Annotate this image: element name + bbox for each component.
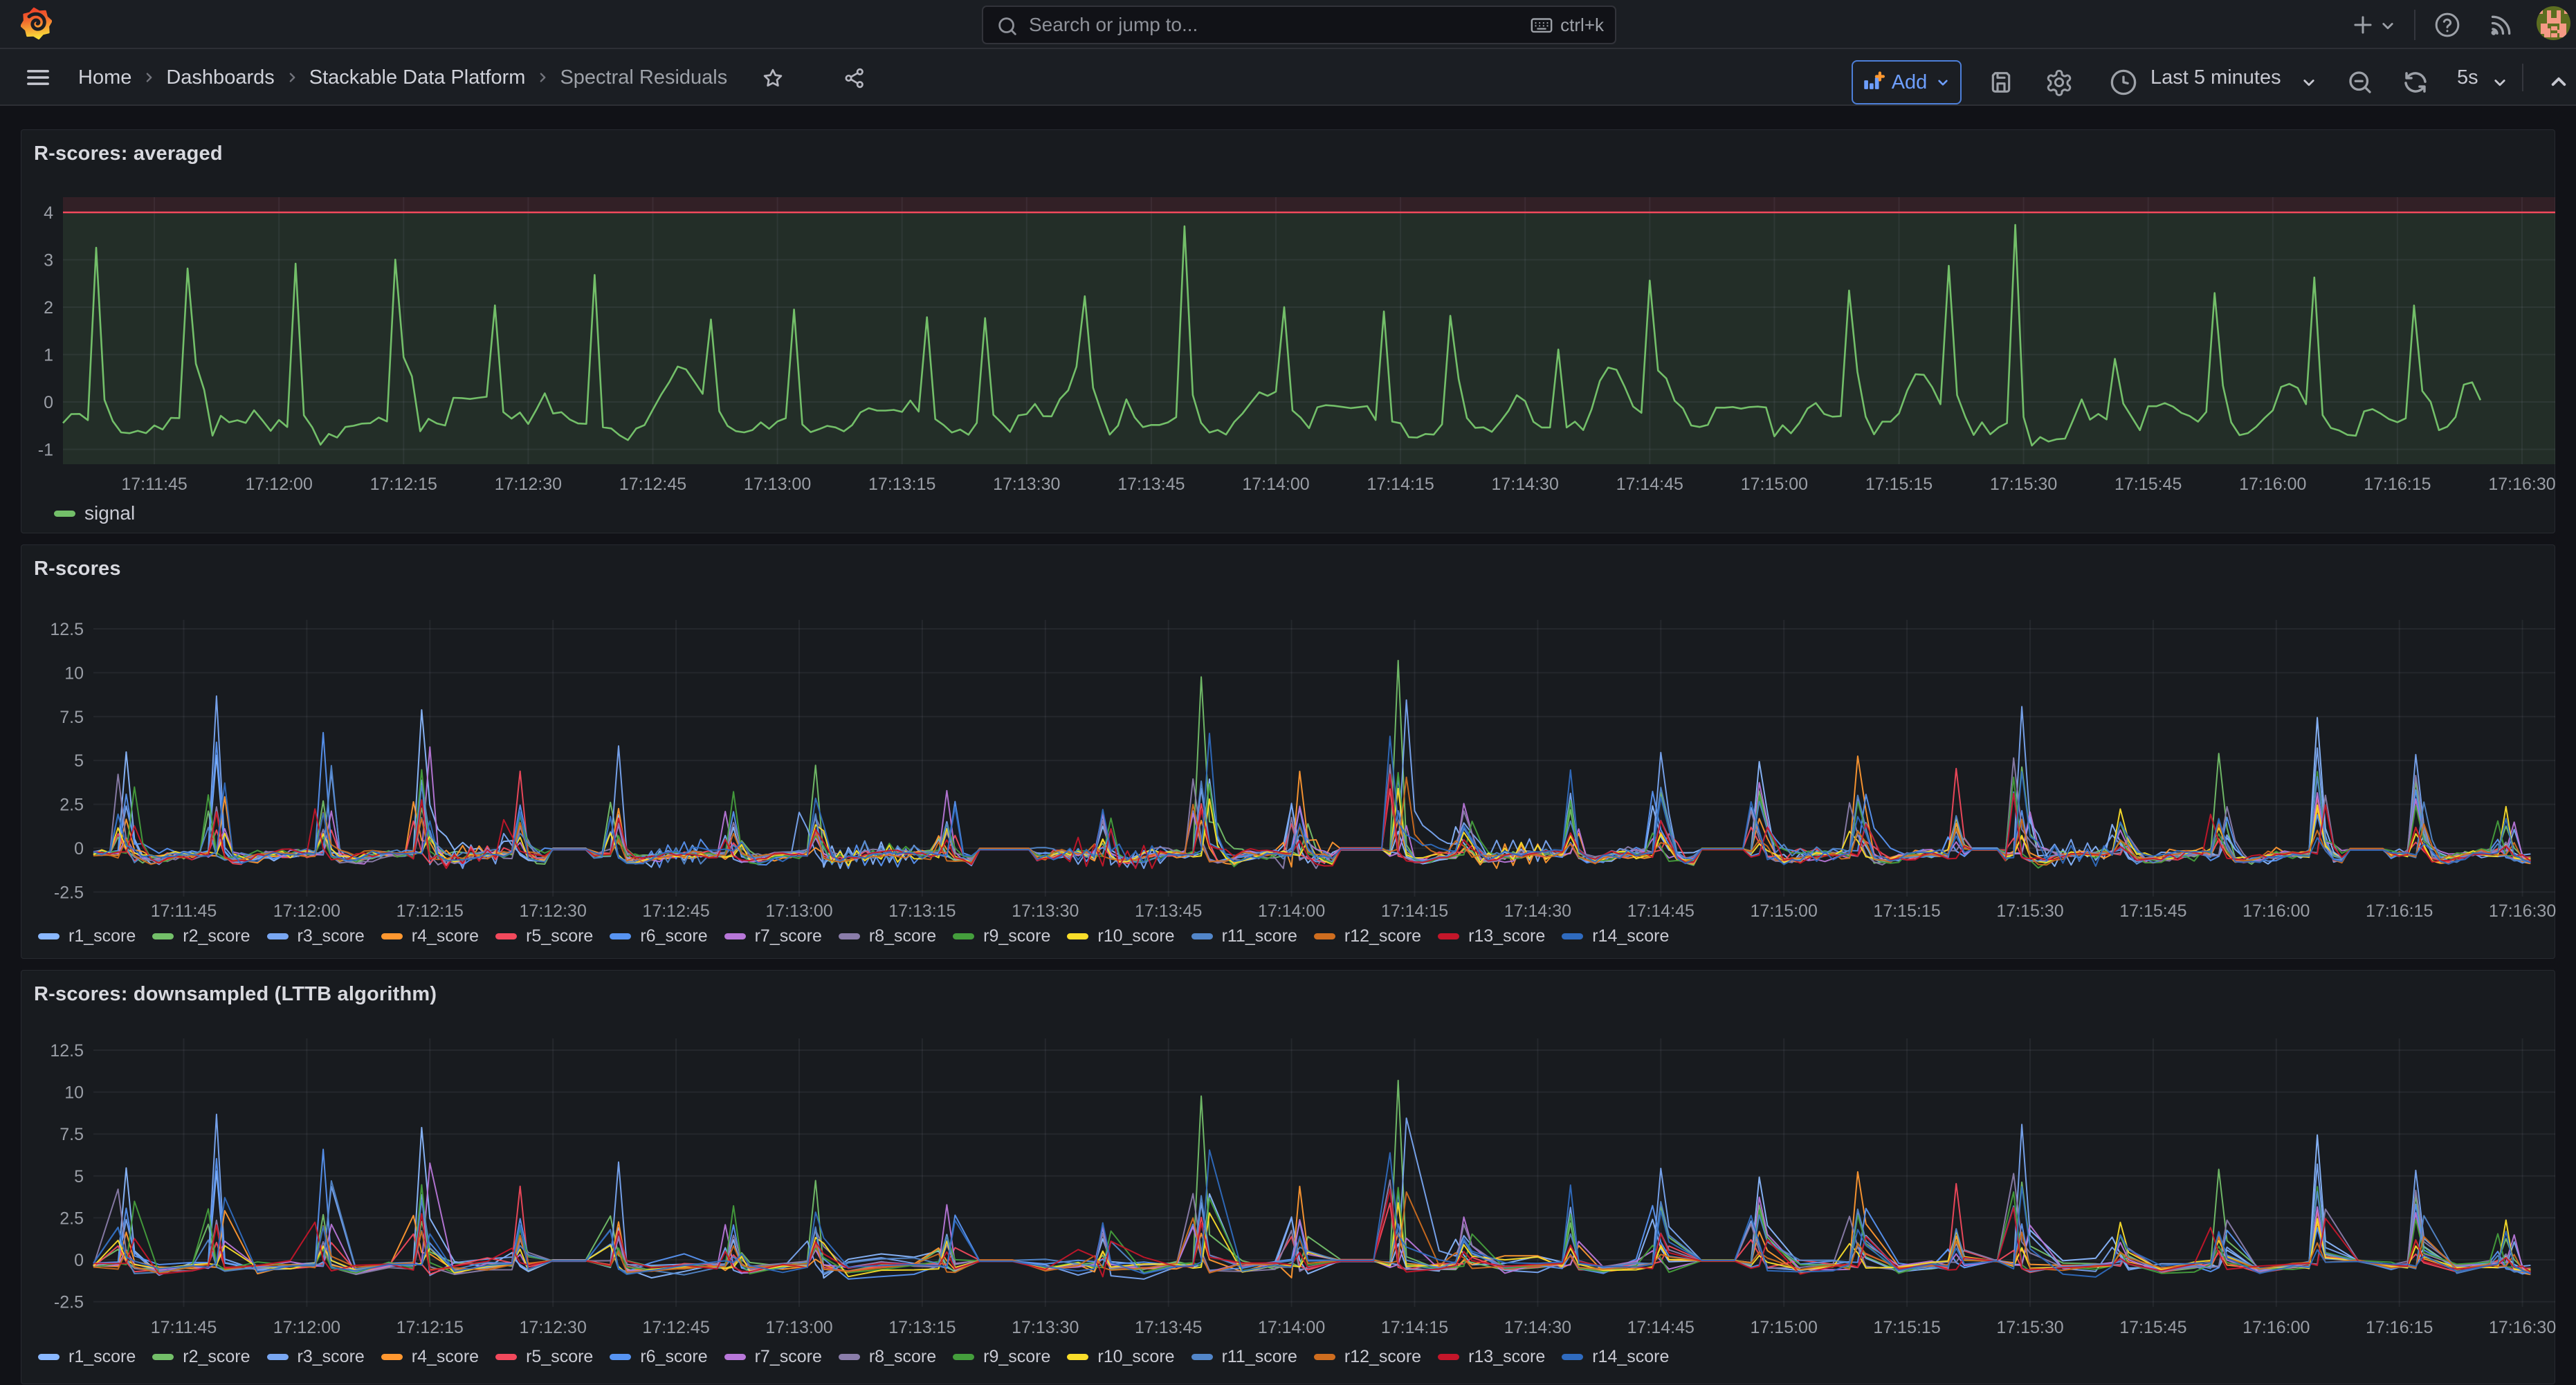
svg-text:17:14:45: 17:14:45 [1627,1318,1695,1337]
svg-text:17:12:00: 17:12:00 [246,475,313,494]
svg-text:0: 0 [74,839,84,859]
svg-text:17:13:30: 17:13:30 [1012,901,1079,921]
svg-text:17:15:45: 17:15:45 [2119,901,2186,921]
svg-text:17:16:15: 17:16:15 [2366,1318,2433,1337]
svg-text:17:11:45: 17:11:45 [121,475,187,494]
svg-text:12.5: 12.5 [50,620,84,639]
svg-text:17:15:00: 17:15:00 [1751,901,1818,921]
svg-text:17:14:30: 17:14:30 [1504,1318,1571,1337]
svg-text:12.5: 12.5 [50,1041,84,1061]
svg-text:5: 5 [74,1167,84,1186]
svg-text:17:14:00: 17:14:00 [1242,475,1309,494]
svg-text:2.5: 2.5 [60,796,84,815]
svg-text:17:16:30: 17:16:30 [2488,475,2555,494]
svg-text:17:14:15: 17:14:15 [1381,901,1448,921]
svg-text:17:12:45: 17:12:45 [619,475,686,494]
svg-text:5: 5 [74,751,84,771]
svg-text:17:14:15: 17:14:15 [1367,475,1434,494]
svg-text:2: 2 [44,298,53,318]
svg-text:17:15:30: 17:15:30 [1996,901,2063,921]
svg-text:17:16:30: 17:16:30 [2489,901,2556,921]
svg-text:17:15:00: 17:15:00 [1751,1318,1818,1337]
svg-text:17:12:00: 17:12:00 [273,901,340,921]
svg-text:17:16:00: 17:16:00 [2242,901,2310,921]
svg-text:17:16:00: 17:16:00 [2242,1318,2310,1337]
svg-text:17:11:45: 17:11:45 [151,1318,217,1337]
svg-text:17:13:15: 17:13:15 [868,475,935,494]
svg-text:17:13:30: 17:13:30 [993,475,1060,494]
svg-text:17:13:15: 17:13:15 [888,1318,956,1337]
svg-text:-1: -1 [38,441,53,460]
svg-text:17:12:45: 17:12:45 [642,901,709,921]
svg-text:1: 1 [44,346,53,365]
svg-text:10: 10 [64,663,84,683]
svg-text:17:14:00: 17:14:00 [1258,901,1325,921]
svg-text:17:15:45: 17:15:45 [2119,1318,2186,1337]
svg-text:17:15:15: 17:15:15 [1865,475,1933,494]
svg-text:17:14:15: 17:14:15 [1381,1318,1448,1337]
svg-text:7.5: 7.5 [60,708,84,727]
svg-text:2.5: 2.5 [60,1209,84,1228]
svg-text:17:12:15: 17:12:15 [396,1318,464,1337]
svg-text:17:12:15: 17:12:15 [370,475,437,494]
svg-text:17:13:15: 17:13:15 [888,901,956,921]
svg-text:17:12:30: 17:12:30 [495,475,562,494]
svg-text:17:12:30: 17:12:30 [520,1318,587,1337]
svg-text:17:13:45: 17:13:45 [1117,475,1185,494]
svg-text:3: 3 [44,251,53,270]
svg-text:17:15:45: 17:15:45 [2114,475,2182,494]
svg-text:17:14:00: 17:14:00 [1258,1318,1325,1337]
svg-text:17:14:45: 17:14:45 [1627,901,1695,921]
svg-text:17:13:45: 17:13:45 [1135,1318,1202,1337]
svg-text:17:16:30: 17:16:30 [2489,1318,2556,1337]
svg-text:17:15:15: 17:15:15 [1873,901,1940,921]
svg-text:0: 0 [44,393,53,412]
svg-text:10: 10 [64,1083,84,1103]
svg-text:7.5: 7.5 [60,1125,84,1144]
svg-text:17:12:15: 17:12:15 [396,901,464,921]
svg-text:17:13:30: 17:13:30 [1012,1318,1079,1337]
svg-text:17:15:30: 17:15:30 [1996,1318,2063,1337]
svg-text:17:13:00: 17:13:00 [744,475,811,494]
svg-text:17:15:30: 17:15:30 [1990,475,2057,494]
svg-text:17:11:45: 17:11:45 [151,901,217,921]
svg-text:17:16:00: 17:16:00 [2239,475,2306,494]
svg-text:17:13:00: 17:13:00 [765,1318,832,1337]
svg-text:17:16:15: 17:16:15 [2364,475,2431,494]
svg-text:17:15:15: 17:15:15 [1873,1318,1940,1337]
svg-text:17:12:30: 17:12:30 [520,901,587,921]
svg-text:0: 0 [74,1251,84,1270]
svg-text:17:14:30: 17:14:30 [1504,901,1571,921]
svg-text:17:13:45: 17:13:45 [1135,901,1202,921]
svg-text:17:16:15: 17:16:15 [2366,901,2433,921]
svg-text:17:14:45: 17:14:45 [1616,475,1683,494]
svg-text:17:13:00: 17:13:00 [765,901,832,921]
svg-text:-2.5: -2.5 [54,1293,84,1312]
svg-text:17:15:00: 17:15:00 [1741,475,1808,494]
svg-text:17:12:45: 17:12:45 [642,1318,709,1337]
svg-text:17:12:00: 17:12:00 [273,1318,340,1337]
svg-text:4: 4 [44,203,53,223]
svg-text:-2.5: -2.5 [54,883,84,902]
svg-text:17:14:30: 17:14:30 [1492,475,1559,494]
